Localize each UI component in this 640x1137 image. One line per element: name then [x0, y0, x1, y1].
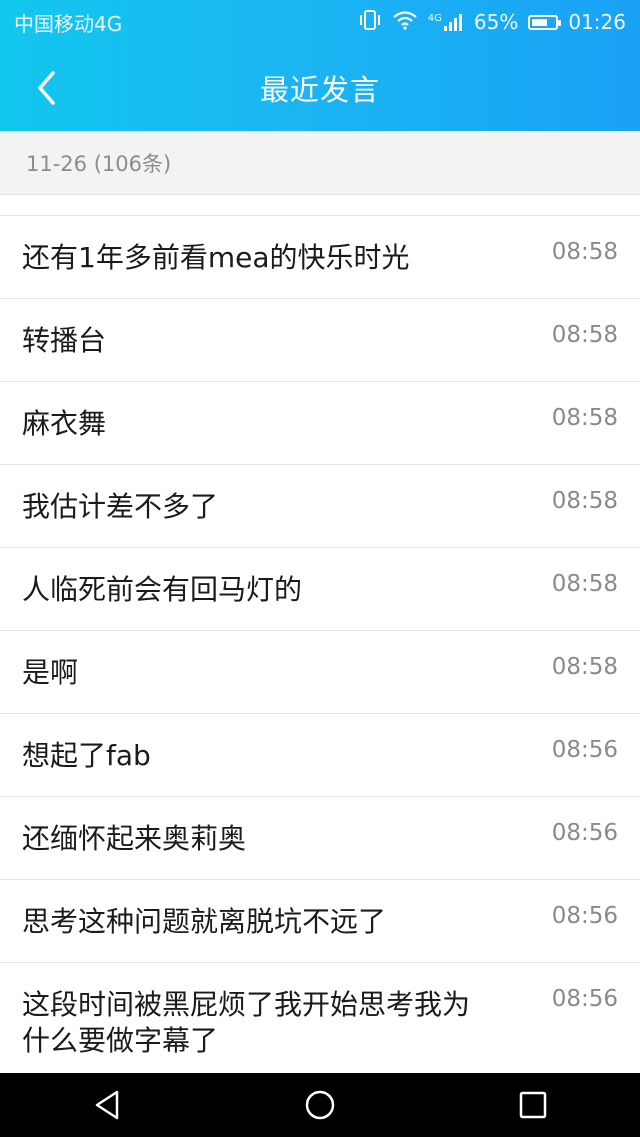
chevron-left-icon — [38, 71, 55, 105]
message-text: 想起了fab — [22, 739, 151, 772]
message-time: 08:56 — [551, 903, 618, 929]
date-label: 11-26 (106条) — [26, 151, 172, 176]
page-title: 最近发言 — [259, 72, 380, 107]
square-recent-icon — [520, 1091, 547, 1119]
triangle-back-icon — [95, 1090, 118, 1120]
clock: 01:26 — [568, 10, 626, 34]
message-text: 还缅怀起来奥莉奥 — [22, 822, 247, 855]
message-row[interactable]: 思考这种问题就离脱坑不远了 08:56 — [0, 880, 640, 963]
message-text: 这段时间被黑屁烦了我开始思考我为什么要做字幕了 — [22, 988, 471, 1057]
message-time: 08:58 — [551, 571, 618, 597]
message-row[interactable]: 人临死前会有回马灯的 08:58 — [0, 548, 640, 631]
wifi-icon — [392, 10, 418, 35]
message-time: 08:56 — [551, 986, 618, 1012]
status-icons: 4G 65% 01:26 — [358, 9, 626, 36]
message-time: 08:56 — [551, 737, 618, 763]
system-home-button[interactable] — [285, 1073, 355, 1137]
battery-fill — [532, 18, 547, 26]
message-text: 麻衣舞 — [22, 407, 107, 440]
app-header: 中国移动4G 4G 65% 01:26 最近发言 — [0, 0, 640, 131]
message-time: 08:58 — [551, 405, 618, 431]
message-text: 人临死前会有回马灯的 — [22, 573, 303, 606]
carrier-label: 中国移动4G — [14, 11, 123, 36]
message-list: 还有1年多前看mea的快乐时光 08:58 转播台 08:58 麻衣舞 08:5… — [0, 215, 640, 1073]
signal-icon: 4G — [428, 13, 464, 31]
message-row[interactable]: 还有1年多前看mea的快乐时光 08:58 — [0, 216, 640, 299]
message-text: 转播台 — [22, 324, 107, 357]
message-row[interactable]: 是啊 08:58 — [0, 631, 640, 714]
date-section-header: 11-26 (106条) — [0, 131, 640, 195]
battery-icon — [528, 14, 562, 30]
back-button[interactable] — [26, 66, 66, 110]
message-time: 08:58 — [551, 322, 618, 348]
message-row[interactable]: 麻衣舞 08:58 — [0, 382, 640, 465]
status-bar: 中国移动4G 4G 65% 01:26 — [0, 0, 640, 44]
vibrate-icon — [358, 9, 382, 36]
system-recent-apps-button[interactable] — [498, 1073, 568, 1137]
message-text: 我估计差不多了 — [22, 490, 219, 523]
message-row[interactable]: 转播台 08:58 — [0, 299, 640, 382]
circle-home-icon — [305, 1090, 335, 1120]
system-navigation-bar — [0, 1073, 640, 1137]
message-time: 08:56 — [551, 820, 618, 846]
message-text: 思考这种问题就离脱坑不远了 — [22, 905, 387, 938]
message-time: 08:58 — [551, 488, 618, 514]
message-text: 是啊 — [22, 656, 79, 689]
message-time: 08:58 — [551, 239, 618, 265]
message-row[interactable]: 这段时间被黑屁烦了我开始思考我为什么要做字幕了 08:56 — [0, 963, 640, 1073]
message-time: 08:58 — [551, 654, 618, 680]
message-row[interactable]: 还缅怀起来奥莉奥 08:56 — [0, 797, 640, 880]
message-row[interactable]: 想起了fab 08:56 — [0, 714, 640, 797]
battery-percent: 65% — [473, 10, 519, 34]
title-bar: 最近发言 — [0, 44, 640, 131]
system-back-button[interactable] — [72, 1073, 142, 1137]
message-row[interactable]: 我估计差不多了 08:58 — [0, 465, 640, 548]
message-text: 还有1年多前看mea的快乐时光 — [22, 241, 410, 274]
network-type-label: 4G — [427, 13, 442, 24]
